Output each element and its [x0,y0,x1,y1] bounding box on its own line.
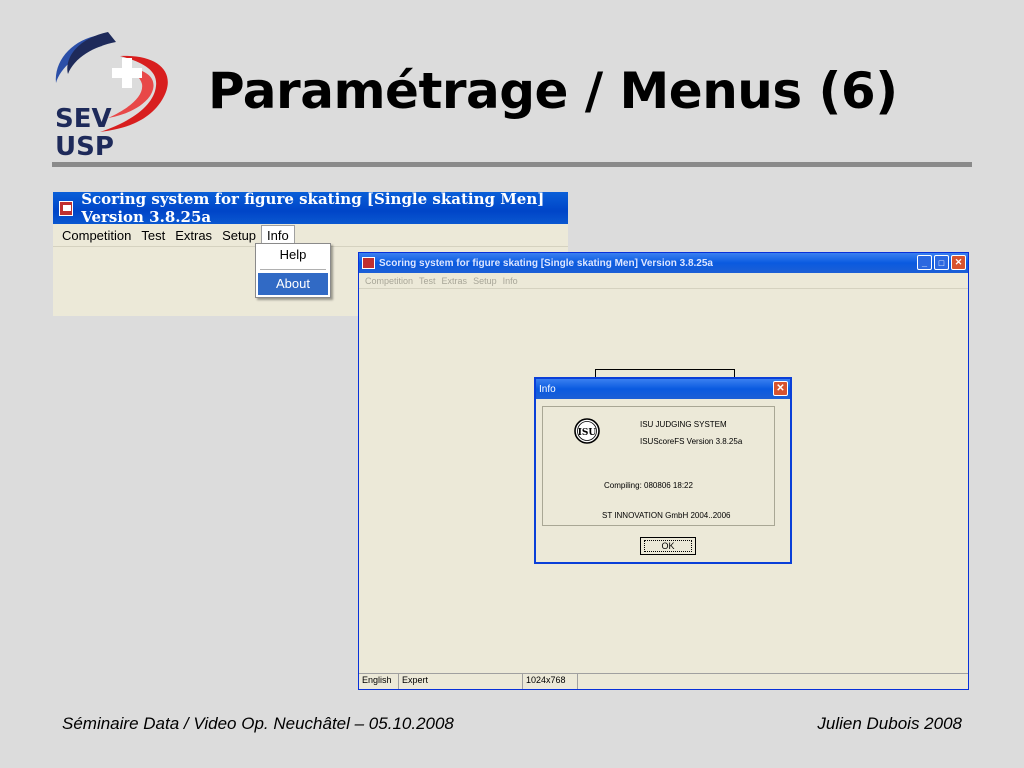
menu-info[interactable]: Info [500,276,521,286]
dialog-system-name: ISU JUDGING SYSTEM [640,420,727,429]
status-mode: Expert [399,674,523,689]
status-empty [578,674,968,689]
title-divider [52,162,972,167]
dialog-info-group: ISU ISU JUDGING SYSTEM ISUScoreFS Versio… [542,406,775,526]
dialog-compiling: Compiling: 080806 18:22 [604,481,693,490]
ok-button[interactable]: OK [640,537,696,555]
ok-label: OK [644,540,692,552]
dialog-title: Info [539,383,556,395]
menu-extras[interactable]: Extras [439,276,471,286]
dialog-close-button[interactable]: ✕ [773,381,788,396]
info-dropdown-menu: Help About [255,243,331,298]
close-button[interactable]: ✕ [951,255,966,270]
menu-competition[interactable]: Competition [57,226,136,245]
main-window-title: Scoring system for figure skating [Singl… [379,257,713,269]
svg-text:ISU: ISU [578,428,597,438]
app-icon [59,200,74,216]
footer-author: Julien Dubois 2008 [817,714,962,733]
menu-item-help[interactable]: Help [256,244,330,266]
main-window-titlebar[interactable]: Scoring system for figure skating [Singl… [359,253,968,273]
maximize-button[interactable]: □ [934,255,949,270]
dialog-version: ISUScoreFS Version 3.8.25a [640,437,743,446]
menu-info[interactable]: Info [261,225,295,245]
small-window-titlebar[interactable]: Scoring system for figure skating [Singl… [53,190,568,226]
menu-separator [260,269,326,270]
menu-extras[interactable]: Extras [170,226,217,245]
app-icon [362,257,375,269]
menu-test[interactable]: Test [416,276,439,286]
logo-text-sev: SEV [55,104,112,134]
menu-competition[interactable]: Competition [362,276,416,286]
dialog-titlebar[interactable]: Info ✕ [536,379,790,399]
menu-setup[interactable]: Setup [470,276,500,286]
status-bar: English Expert 1024x768 [359,673,968,689]
dialog-company: ST INNOVATION GmbH 2004..2006 [602,511,731,520]
isu-logo-icon: ISU [574,418,600,444]
status-resolution: 1024x768 [523,674,578,689]
main-window-menubar: Competition Test Extras Setup Info [359,273,968,289]
status-language: English [359,674,399,689]
footer-event: Séminaire Data / Video Op. Neuchâtel – 0… [62,714,454,733]
small-window-title: Scoring system for figure skating [Singl… [81,190,545,226]
menu-test[interactable]: Test [136,226,170,245]
minimize-button[interactable]: _ [917,255,932,270]
info-dialog: Info ✕ ISU ISU JUDGING SYSTEM ISUScoreFS… [534,377,792,564]
menu-item-about[interactable]: About [258,273,328,295]
menu-setup[interactable]: Setup [217,226,261,245]
logo-text-usp: USP [55,132,114,162]
slide-title: Paramétrage / Menus (6) [208,62,898,120]
